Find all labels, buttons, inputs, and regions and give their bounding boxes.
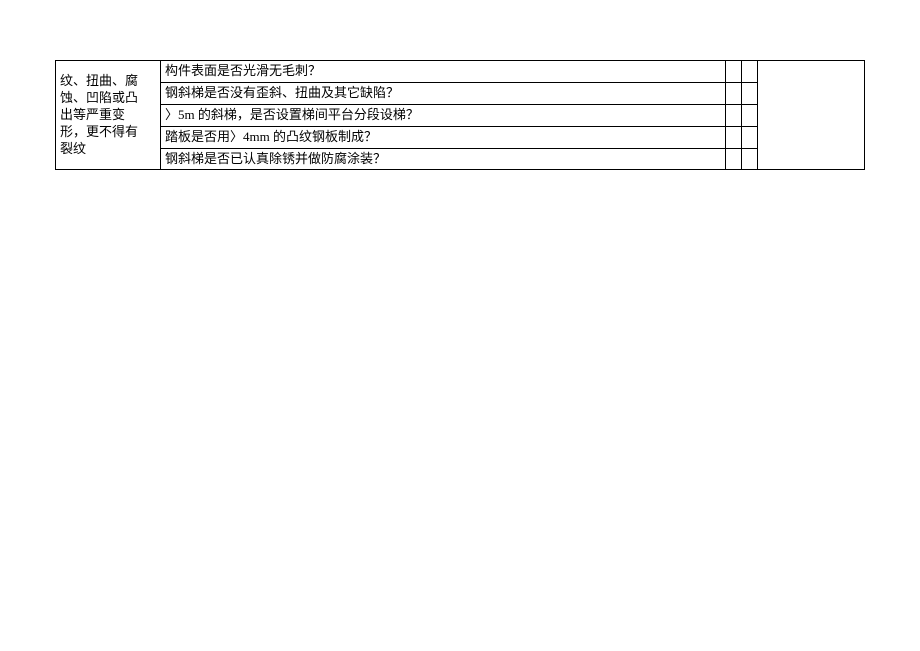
table-row: 踏板是否用〉4mm 的凸纹钢板制成？ [56, 126, 865, 148]
table-row: 钢斜梯是否已认真除锈并做防腐涂装？ [56, 148, 865, 170]
empty-cell [726, 148, 742, 170]
question-cell: 钢斜梯是否没有歪斜、扭曲及其它缺陷？ [161, 82, 726, 104]
label-line: 裂纹 [60, 141, 86, 156]
empty-cell [726, 61, 742, 83]
question-cell: 构件表面是否光滑无毛刺？ [161, 61, 726, 83]
empty-cell [726, 126, 742, 148]
empty-cell [742, 82, 758, 104]
label-line: 纹、扭曲、腐 [60, 73, 138, 88]
empty-cell [742, 148, 758, 170]
question-cell: 踏板是否用〉4mm 的凸纹钢板制成？ [161, 126, 726, 148]
table-row: 钢斜梯是否没有歪斜、扭曲及其它缺陷？ [56, 82, 865, 104]
empty-end-cell [758, 61, 865, 170]
empty-cell [742, 126, 758, 148]
empty-cell [726, 82, 742, 104]
question-cell: 钢斜梯是否已认真除锈并做防腐涂装？ [161, 148, 726, 170]
question-cell: 〉5m 的斜梯，是否设置梯间平台分段设梯？ [161, 104, 726, 126]
label-line: 形，更不得有 [60, 124, 138, 139]
label-line: 蚀、凹陷或凸 [60, 90, 138, 105]
table-row: 〉5m 的斜梯，是否设置梯间平台分段设梯？ [56, 104, 865, 126]
empty-cell [742, 104, 758, 126]
table-row: 纹、扭曲、腐 蚀、凹陷或凸 出等严重变 形，更不得有 裂纹 构件表面是否光滑无毛… [56, 61, 865, 83]
category-label-cell: 纹、扭曲、腐 蚀、凹陷或凸 出等严重变 形，更不得有 裂纹 [56, 61, 161, 170]
label-line: 出等严重变 [60, 107, 125, 122]
empty-cell [726, 104, 742, 126]
inspection-table: 纹、扭曲、腐 蚀、凹陷或凸 出等严重变 形，更不得有 裂纹 构件表面是否光滑无毛… [55, 60, 865, 170]
empty-cell [742, 61, 758, 83]
